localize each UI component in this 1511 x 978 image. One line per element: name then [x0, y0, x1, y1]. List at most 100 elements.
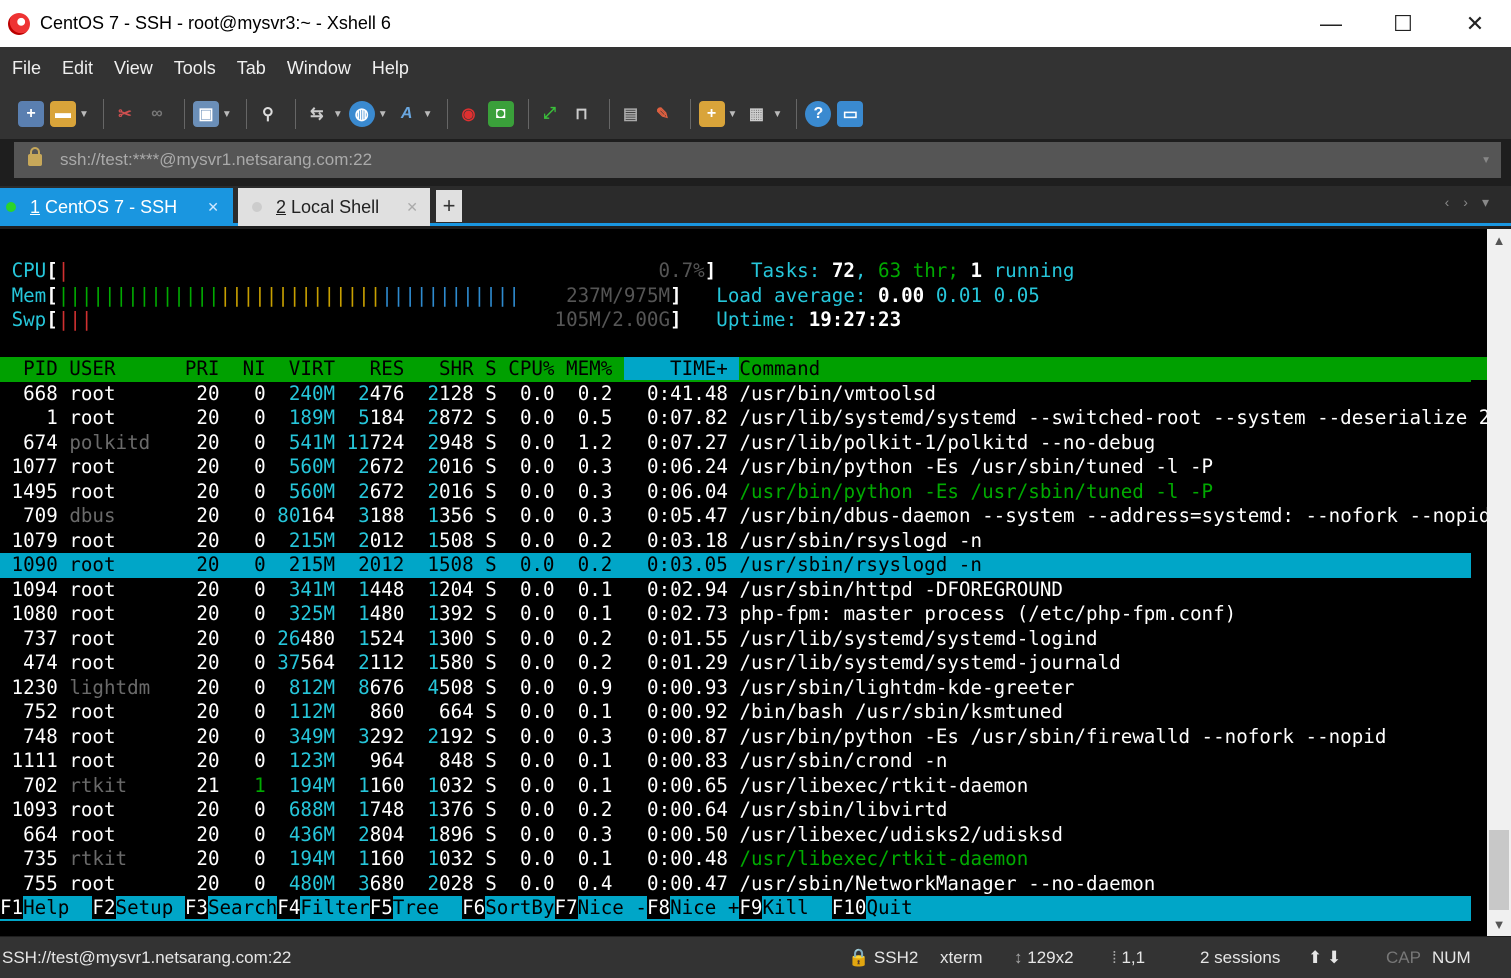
- process-row: 752 root 20 0 112M 860 664 S 0.0 0.1 0:0…: [0, 700, 1063, 723]
- swap-meter: Swp[||| 105M/2.00G] Uptime: 19:27:23: [11, 308, 902, 331]
- padlock-icon: [28, 147, 42, 166]
- transfer-dropdown-icon[interactable]: ▼: [333, 109, 343, 120]
- terminal-scrollbar[interactable]: ▲ ▼: [1487, 229, 1511, 936]
- process-row: 1080 root 20 0 325M 1480 1392 S 0.0 0.1 …: [0, 602, 1237, 625]
- scroll-up-icon[interactable]: ▲: [1487, 233, 1511, 248]
- tab-navigation[interactable]: ‹›▾: [1445, 194, 1503, 211]
- find-icon[interactable]: ⚲: [255, 101, 281, 127]
- status-bar: SSH://test@mysvr1.netsarang.com:22 🔒 SSH…: [0, 937, 1511, 978]
- status-caps: CAP: [1386, 948, 1421, 967]
- xftp-icon[interactable]: ◘: [487, 101, 514, 127]
- terminal[interactable]: CPU[| 0.7%] Tasks: 72, 63 thr; 1 running…: [0, 229, 1487, 936]
- new-folder-icon[interactable]: +: [698, 101, 725, 127]
- menu-tab[interactable]: Tab: [237, 58, 266, 79]
- process-row: 735 rtkit 20 0 194M 1160 1032 S 0.0 0.1 …: [0, 847, 1029, 870]
- layout-icon[interactable]: ▦: [743, 101, 769, 127]
- status-size: ↕ 129x2: [1014, 948, 1074, 967]
- toolbar-separator: [796, 99, 798, 129]
- chat-icon[interactable]: ▭: [837, 101, 864, 127]
- scrollbar-thumb[interactable]: [1489, 830, 1509, 910]
- disconnected-status-icon: [252, 202, 262, 212]
- connected-status-icon: [6, 202, 16, 212]
- address-url: ssh://test:****@mysvr1.netsarang.com:22: [60, 150, 373, 169]
- process-row: 474 root 20 0 37564 2112 1580 S 0.0 0.2 …: [0, 651, 1121, 674]
- highlight-pen-icon[interactable]: ✎: [650, 101, 676, 127]
- menu-edit[interactable]: Edit: [62, 58, 93, 79]
- process-row: 1111 root 20 0 123M 964 848 S 0.0 0.1 0:…: [0, 749, 948, 772]
- toolbar-separator: [294, 99, 296, 129]
- status-num: NUM: [1432, 948, 1471, 967]
- toolbar-separator: [446, 99, 448, 129]
- minimize-button[interactable]: —: [1295, 0, 1367, 47]
- close-button[interactable]: ✕: [1439, 0, 1511, 47]
- maximize-button[interactable]: ☐: [1367, 0, 1439, 47]
- open-folder-icon[interactable]: ▬: [50, 101, 76, 127]
- close-tab-icon[interactable]: ✕: [406, 199, 418, 216]
- transfer-icon[interactable]: ⇆: [304, 101, 330, 127]
- menu-file[interactable]: File: [12, 58, 41, 79]
- toolbar-separator: [245, 99, 247, 129]
- toolbar-separator: [527, 99, 529, 129]
- cpu-meter: CPU[| 0.7%] Tasks: 72, 63 thr; 1 running: [11, 259, 1075, 282]
- font-icon[interactable]: A: [394, 101, 420, 127]
- address-bar[interactable]: ssh://test:****@mysvr1.netsarang.com:22 …: [14, 142, 1501, 178]
- properties-dropdown-icon[interactable]: ▼: [222, 109, 232, 120]
- layout-dropdown-icon[interactable]: ▼: [772, 109, 782, 120]
- status-connection: SSH://test@mysvr1.netsarang.com:22: [2, 948, 292, 967]
- process-row: 1 root 20 0 189M 5184 2872 S 0.0 0.5 0:0…: [0, 406, 1487, 429]
- status-terminal-type: xterm: [940, 948, 983, 967]
- title-bar: CentOS 7 - SSH - root@mysvr3:~ - Xshell …: [0, 0, 1511, 47]
- menu-bar: File Edit View Tools Tab Window Help: [0, 47, 1511, 89]
- toolbar-separator: [608, 99, 610, 129]
- menu-window[interactable]: Window: [287, 58, 351, 79]
- help-icon[interactable]: ?: [805, 101, 832, 127]
- tab-centos-ssh[interactable]: 1 CentOS 7 - SSH ✕: [0, 188, 233, 226]
- menu-help[interactable]: Help: [372, 58, 409, 79]
- padlock-icon: 🔒: [848, 948, 870, 967]
- lock-icon[interactable]: ⊓: [569, 101, 595, 127]
- disconnect-icon[interactable]: ✂: [112, 101, 138, 127]
- process-row: 737 root 20 0 26480 1524 1300 S 0.0 0.2 …: [0, 626, 1098, 650]
- process-row: 664 root 20 0 436M 2804 1896 S 0.0 0.3 0…: [0, 822, 1063, 846]
- address-dropdown-icon[interactable]: ▼: [1481, 155, 1491, 166]
- status-protocol: 🔒 SSH2: [848, 948, 919, 967]
- process-row: 674 polkitd 20 0 541M 11724 2948 S 0.0 1…: [0, 430, 1156, 454]
- tab-label: CentOS 7 - SSH: [45, 196, 178, 217]
- function-key-bar[interactable]: F1Help F2Setup F3SearchF4FilterF5Tree F6…: [0, 896, 1471, 921]
- globe-icon[interactable]: ◍: [348, 101, 375, 127]
- encoding-dropdown-icon[interactable]: ▼: [378, 109, 388, 120]
- status-cursor-pos: ⁞ 1,1: [1112, 948, 1146, 967]
- new-tab-button[interactable]: +: [436, 190, 462, 222]
- properties-icon[interactable]: ▣: [192, 101, 219, 127]
- menu-tools[interactable]: Tools: [174, 58, 216, 79]
- xshell-logo-icon: [8, 12, 30, 35]
- process-table-header: PID USER PRI NI VIRT RES SHR S CPU% MEM%…: [0, 357, 1487, 382]
- reconnect-icon[interactable]: ∞: [144, 101, 170, 127]
- process-row: 709 dbus 20 0 80164 3188 1356 S 0.0 0.3 …: [0, 504, 1487, 527]
- toolbar-separator: [183, 99, 185, 129]
- process-row-selected: 1090 root 20 0 215M 2012 1508 S 0.0 0.2 …: [0, 553, 1471, 578]
- new-session-icon[interactable]: +: [18, 101, 44, 127]
- process-row: 1094 root 20 0 341M 1448 1204 S 0.0 0.1 …: [0, 577, 1063, 601]
- upload-download-icon: ⬆ ⬇: [1308, 948, 1342, 967]
- open-dropdown-icon[interactable]: ▼: [79, 109, 89, 120]
- memory-meter: Mem[||||||||||||||||||||||||||||||||||||…: [11, 283, 1040, 307]
- toolbar-separator: [102, 99, 104, 129]
- process-row: 1495 root 20 0 560M 2672 2016 S 0.0 0.3 …: [0, 479, 1214, 503]
- process-row: 702 rtkit 21 1 194M 1160 1032 S 0.0 0.1 …: [0, 773, 1029, 797]
- folder-dropdown-icon[interactable]: ▼: [728, 109, 738, 120]
- scroll-down-icon[interactable]: ▼: [1487, 917, 1511, 932]
- keyboard-icon[interactable]: ▤: [618, 101, 644, 127]
- fullscreen-icon[interactable]: ⤢: [537, 101, 563, 127]
- close-tab-icon[interactable]: ✕: [207, 199, 219, 216]
- tab-bar: 1 CentOS 7 - SSH ✕ 2 Local Shell ✕ + ‹›▾: [0, 186, 1511, 226]
- menu-view[interactable]: View: [114, 58, 153, 79]
- tab-local-shell[interactable]: 2 Local Shell ✕: [238, 188, 430, 226]
- tab-number: 2: [276, 196, 287, 217]
- process-row: 668 root 20 0 240M 2476 2128 S 0.0 0.2 0…: [0, 381, 936, 405]
- status-sessions: 2 sessions: [1200, 948, 1281, 967]
- cursor-icon: ⁞: [1112, 948, 1117, 967]
- toolbar-separator: [689, 99, 691, 129]
- font-dropdown-icon[interactable]: ▼: [423, 109, 433, 120]
- xshell-icon[interactable]: ◉: [456, 101, 482, 127]
